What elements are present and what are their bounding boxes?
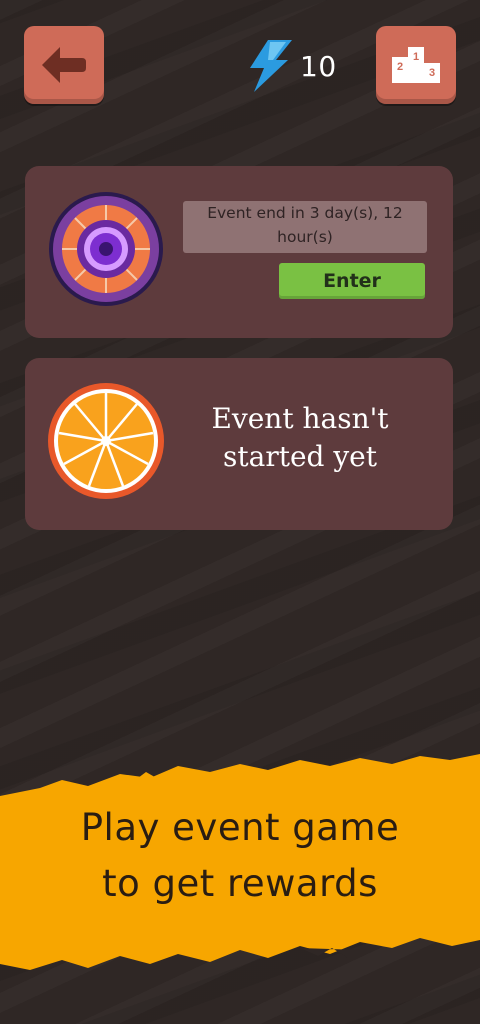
promo-banner-text: Play event game to get rewards: [0, 800, 480, 912]
podium-label-3: 3: [429, 67, 435, 79]
back-button[interactable]: [24, 26, 104, 104]
leaderboard-button[interactable]: 2 1 3: [376, 26, 456, 104]
top-bar: 10 2 1 3: [0, 0, 480, 120]
energy-count: 10: [300, 49, 337, 83]
promo-line-1: Play event game: [80, 806, 400, 849]
orange-slice-icon: [48, 383, 164, 499]
arrow-left-icon: [42, 47, 86, 83]
enter-button[interactable]: Enter: [279, 263, 425, 299]
promo-line-2: to get rewards: [102, 862, 378, 905]
podium-label-1: 1: [413, 51, 419, 63]
podium-label-2: 2: [397, 61, 403, 73]
lightning-bolt-icon: [250, 40, 292, 92]
energy-counter: 10: [246, 38, 337, 94]
purple-orange-wheel-icon: [49, 192, 163, 306]
event-timer: Event end in 3 day(s), 12 hour(s): [183, 201, 427, 253]
event-card-active: Event end in 3 day(s), 12 hour(s) Enter: [25, 166, 453, 338]
event-card-upcoming: Event hasn't started yet: [25, 358, 453, 530]
podium-icon: 2 1 3: [392, 47, 440, 83]
event-status-text: Event hasn't started yet: [211, 402, 389, 473]
